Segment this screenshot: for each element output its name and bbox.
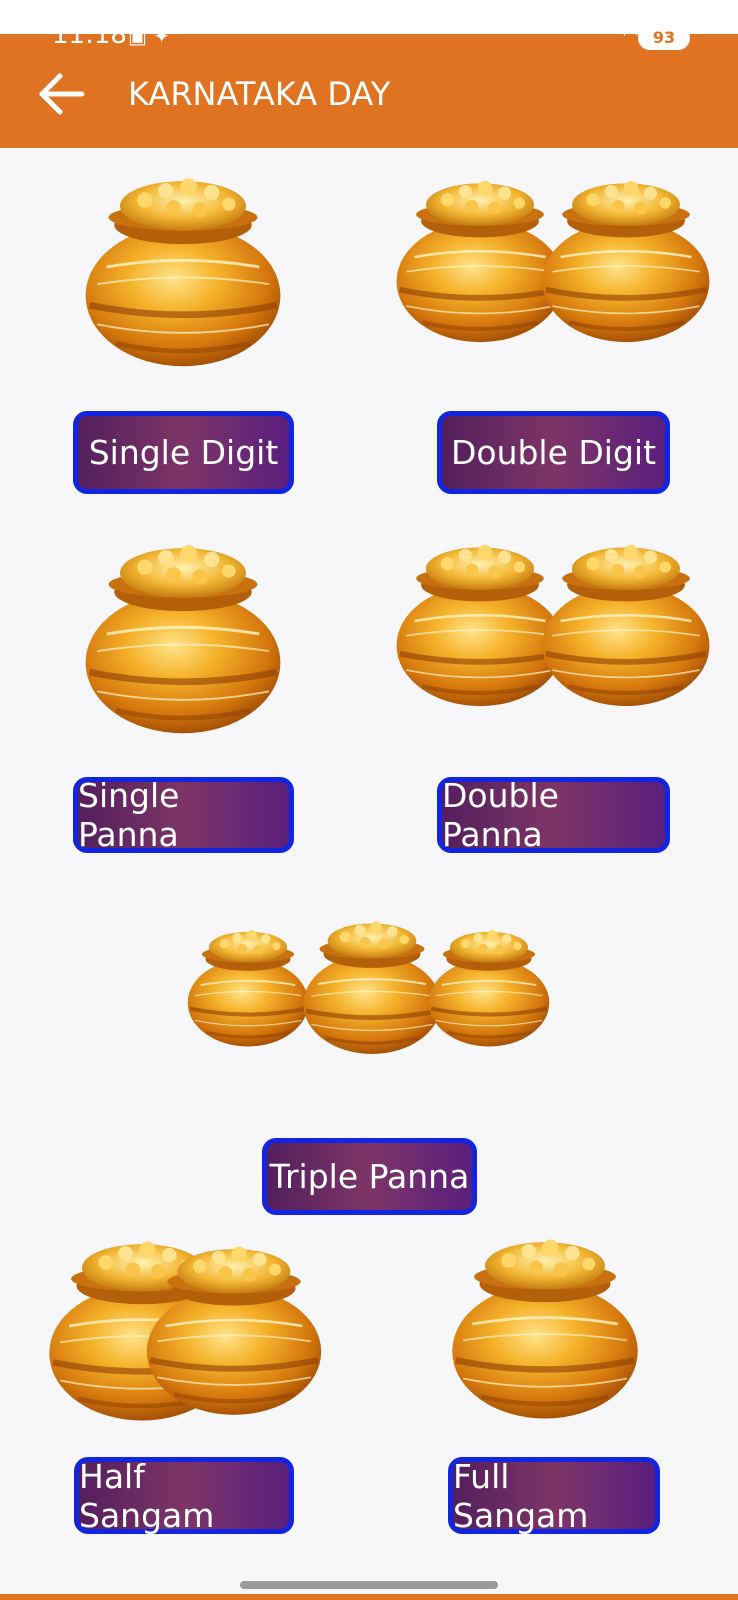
home-indicator[interactable] — [240, 1581, 498, 1589]
half-sangam-pot-right-image[interactable] — [140, 1226, 328, 1426]
full-sangam-pot-image[interactable] — [400, 1224, 690, 1424]
battery-indicator: 93 — [638, 26, 690, 50]
page-title: KARNATAKA DAY — [128, 75, 391, 113]
single-panna-pot-image[interactable] — [78, 524, 288, 744]
triple-panna-button[interactable]: Triple Panna — [262, 1138, 477, 1215]
double-digit-button[interactable]: Double Digit — [437, 411, 670, 494]
double-panna-button[interactable]: Double Panna — [437, 776, 670, 854]
single-pot-image[interactable] — [78, 162, 288, 372]
single-panna-button[interactable]: Single Panna — [73, 776, 294, 854]
arrow-left-icon — [39, 73, 85, 115]
double-panna-pot-right-image[interactable] — [536, 526, 716, 716]
status-time: 11:18 — [52, 20, 127, 50]
triple-panna-pot-right-image[interactable] — [424, 890, 554, 1080]
back-button[interactable] — [38, 70, 86, 118]
single-digit-button[interactable]: Single Digit — [73, 411, 294, 494]
double-pot-right-image[interactable] — [536, 162, 716, 352]
triple-panna-pot-left-image[interactable] — [183, 890, 313, 1080]
bottom-accent-line — [0, 1594, 738, 1600]
status-notification-icons: ▣ ✦ — [128, 24, 171, 48]
half-sangam-button[interactable]: Half Sangam — [74, 1457, 294, 1535]
full-sangam-button[interactable]: Full Sangam — [448, 1457, 660, 1535]
